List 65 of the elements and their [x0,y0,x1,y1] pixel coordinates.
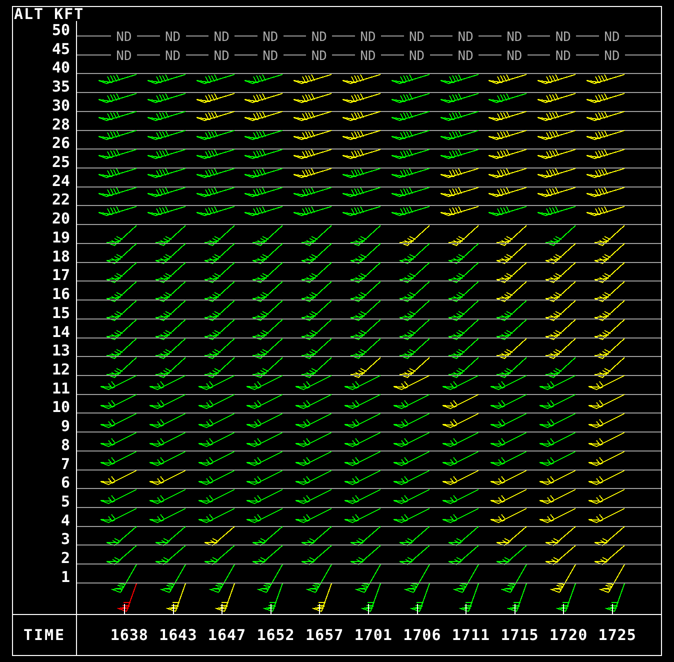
altitude-label: 22 [52,190,70,209]
no-data-label: ND [408,48,425,64]
no-data-label: ND [506,48,522,64]
altitude-label: 9 [60,417,70,436]
altitude-label: 24 [52,172,70,190]
no-data-label: ND [262,48,278,64]
altitude-label: 26 [52,134,70,152]
no-data-label: ND [408,30,425,45]
time-label: 1643 [158,624,198,646]
no-data-label: ND [555,30,572,45]
no-data-label: ND [458,30,474,45]
altitude-label: 35 [52,78,70,96]
no-data-label: ND [164,30,181,45]
altitude-label: 10 [52,398,70,416]
altitude-label: 25 [52,153,70,172]
no-data-label: ND [604,48,620,64]
no-data-label: ND [116,30,132,45]
time-label: 1725 [597,624,638,646]
time-label: 1647 [206,624,248,646]
time-label: 1701 [353,624,394,646]
altitude-label: 2 [60,549,70,568]
altitude-label: 50 [52,21,70,39]
altitude-label: 11 [52,379,70,398]
no-data-label: ND [555,48,572,64]
altitude-label: 30 [52,96,70,114]
altitude-label: 5 [60,492,70,510]
time-axis-title: TIME [23,624,66,646]
time-label: 1720 [548,624,589,646]
no-data-label: ND [311,30,328,45]
no-data-label: ND [360,48,376,64]
no-data-label: ND [214,48,230,64]
no-data-label: ND [214,30,230,45]
altitude-label: 6 [60,474,70,492]
time-label: 1638 [109,624,150,646]
time-label: 1706 [402,624,442,646]
altitude-label: 14 [52,322,70,341]
no-data-label: ND [360,30,376,45]
altitude-label: 15 [52,304,70,322]
altitude-label: 19 [52,228,70,246]
no-data-label: ND [262,30,278,45]
altitude-label: 20 [52,210,70,228]
altitude-label: 8 [60,436,70,454]
no-data-label: ND [311,48,328,64]
no-data-label: ND [164,48,181,64]
altitude-label: 12 [52,360,70,378]
altitude-label: 4 [60,511,70,530]
altitude-label: 18 [52,247,70,266]
altitude-label: 7 [60,454,70,473]
altitude-label: 17 [52,266,70,284]
altitude-label: 16 [52,285,70,304]
altitude-label: 3 [60,530,70,548]
altitude-label: 45 [52,40,70,58]
time-label: 1652 [256,624,296,646]
time-label: 1715 [500,624,540,646]
time-label: 1711 [450,624,492,646]
altitude-label: 13 [52,342,70,360]
no-data-label: ND [458,48,474,64]
no-data-label: ND [116,48,132,64]
altitude-label: 28 [52,115,70,134]
altitude-axis-title: ALT KFT [14,7,84,21]
time-label: 1657 [304,624,345,646]
altitude-label: 40 [52,58,70,77]
altitude-label: 1 [60,568,70,586]
no-data-label: ND [506,30,522,45]
no-data-label: ND [604,30,620,45]
